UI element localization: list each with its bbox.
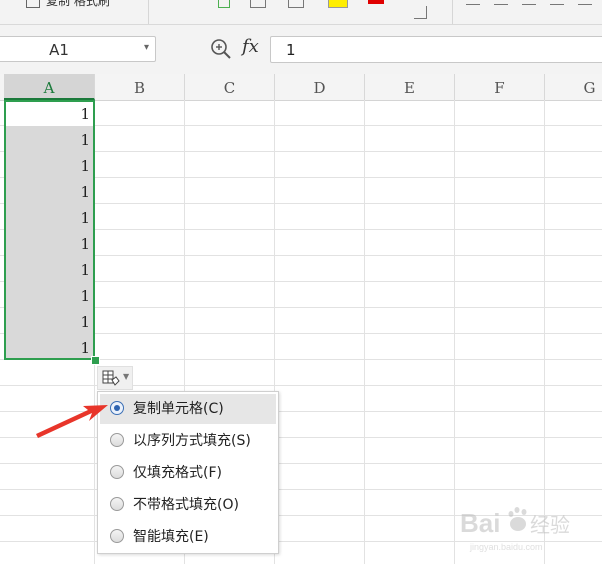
auto-fill-icon <box>102 370 120 386</box>
name-box[interactable]: A1 ▾ <box>0 36 156 62</box>
svg-text:Bai: Bai <box>460 508 500 538</box>
row-gridline <box>0 437 602 438</box>
radio-icon[interactable] <box>110 529 124 543</box>
dialog-launcher-icon[interactable] <box>414 6 427 19</box>
highlight-color-icon[interactable] <box>328 0 348 8</box>
svg-text:jingyan.baidu.com: jingyan.baidu.com <box>469 542 543 552</box>
baidu-watermark-logo: Bai 经验 jingyan.baidu.com <box>460 507 570 552</box>
row-gridline <box>0 463 602 464</box>
radio-selected-icon[interactable] <box>110 401 124 415</box>
name-box-value: A1 <box>49 41 69 59</box>
column-gridline <box>454 100 455 564</box>
zoom-icon[interactable] <box>210 38 232 60</box>
menu-item-fill-without-formatting[interactable]: 不带格式填充(O) <box>100 490 276 520</box>
menu-item-fill-formatting-only[interactable]: 仅填充格式(F) <box>100 458 276 488</box>
column-gridline <box>544 100 545 564</box>
menu-item-copy-cells[interactable]: 复制单元格(C) <box>100 394 276 424</box>
column-header-row: A B C D E F G <box>0 74 602 101</box>
chevron-down-icon: ▼ <box>123 372 130 381</box>
svg-text:经验: 经验 <box>530 513 570 537</box>
menu-item-smart-fill[interactable]: 智能填充(E) <box>100 522 276 552</box>
column-header-c[interactable]: C <box>185 74 275 100</box>
spreadsheet-grid[interactable]: A B C D E F G 1 1 1 1 1 1 1 1 1 1 <box>0 74 602 564</box>
formula-input[interactable]: 1 <box>270 36 602 63</box>
row-gridline <box>0 385 602 386</box>
radio-icon[interactable] <box>110 497 124 511</box>
border-icon[interactable] <box>218 0 230 8</box>
font-color-icon[interactable] <box>368 0 384 4</box>
menu-item-label: 智能填充(E) <box>133 529 209 545</box>
column-header-f[interactable]: F <box>455 74 545 100</box>
cell-style-icon[interactable] <box>288 0 304 8</box>
fx-icon[interactable]: fx <box>242 36 259 57</box>
justify-icon[interactable] <box>550 0 564 5</box>
align-right-icon[interactable] <box>522 0 536 5</box>
format-painter-label[interactable]: 复制 格式刷 <box>46 0 110 9</box>
auto-fill-options-menu: 复制单元格(C) 以序列方式填充(S) 仅填充格式(F) 不带格式填充(O) 智… <box>97 391 279 554</box>
align-center-icon[interactable] <box>494 0 508 5</box>
align-left-icon[interactable] <box>466 0 480 5</box>
fill-handle[interactable] <box>91 356 100 365</box>
ribbon-separator <box>148 0 149 24</box>
row-gridline <box>0 489 602 490</box>
radio-icon[interactable] <box>110 465 124 479</box>
column-header-b[interactable]: B <box>95 74 185 100</box>
formula-value: 1 <box>286 41 296 59</box>
copy-icon[interactable] <box>26 0 40 8</box>
column-header-d[interactable]: D <box>275 74 365 100</box>
auto-fill-options-button[interactable]: ▼ <box>97 366 133 390</box>
chevron-down-icon[interactable]: ▾ <box>144 42 149 53</box>
ribbon-toolbar: 复制 格式刷 <box>0 0 602 25</box>
column-header-a[interactable]: A <box>4 74 95 100</box>
selection-border <box>4 100 95 360</box>
menu-item-fill-series[interactable]: 以序列方式填充(S) <box>100 426 276 456</box>
menu-item-label: 复制单元格(C) <box>133 401 224 417</box>
menu-item-label: 仅填充格式(F) <box>133 465 222 481</box>
row-gridline <box>0 411 602 412</box>
column-gridline <box>364 100 365 564</box>
radio-icon[interactable] <box>110 433 124 447</box>
menu-item-label: 不带格式填充(O) <box>133 497 239 513</box>
column-header-e[interactable]: E <box>365 74 455 100</box>
column-header-g[interactable]: G <box>545 74 602 100</box>
fill-color-icon[interactable] <box>250 0 266 8</box>
formula-bar: A1 ▾ fx 1 <box>0 25 602 74</box>
menu-item-label: 以序列方式填充(S) <box>133 433 251 449</box>
ribbon-separator <box>452 0 453 24</box>
distribute-icon[interactable] <box>578 0 592 5</box>
